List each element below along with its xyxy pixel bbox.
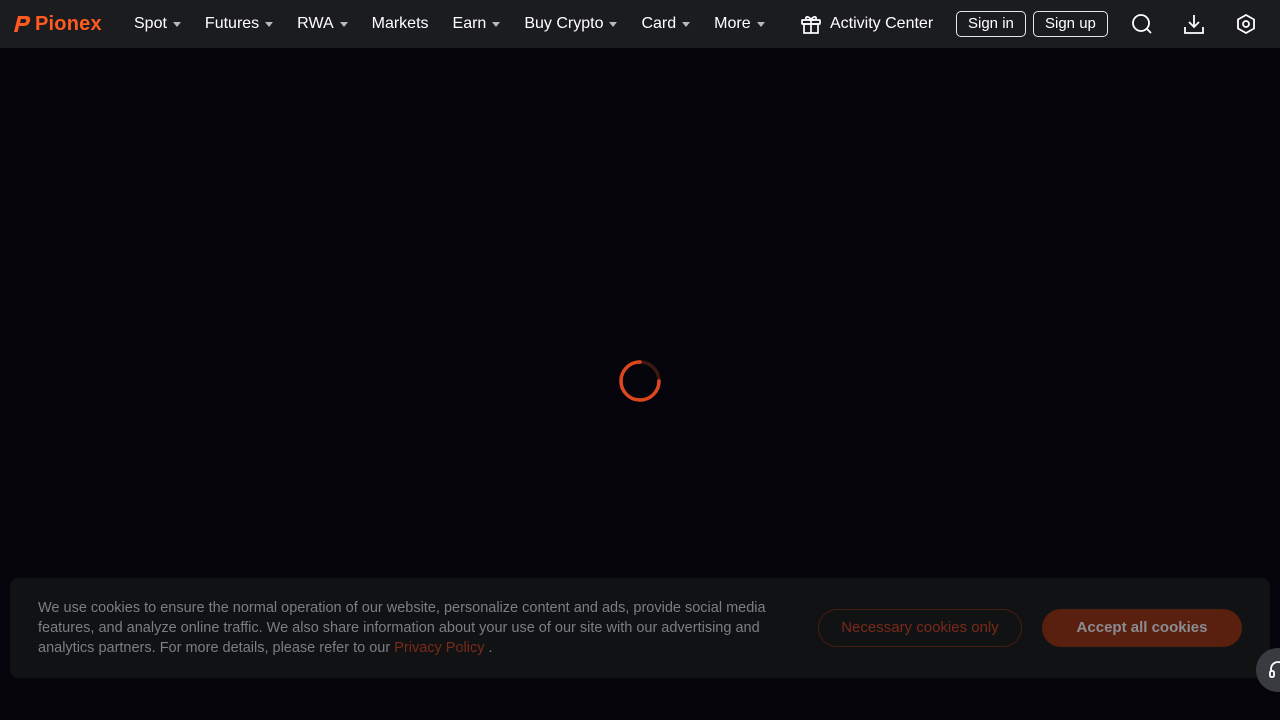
- settings-button[interactable]: [1234, 12, 1258, 36]
- nav-card-label: Card: [641, 15, 677, 32]
- search-icon: [1132, 14, 1152, 34]
- caret-down-icon: [265, 22, 274, 27]
- necessary-cookies-button[interactable]: Necessary cookies only: [818, 609, 1022, 647]
- nav-earn[interactable]: Earn: [453, 15, 501, 33]
- brand-name: Pionex: [35, 12, 102, 35]
- cookie-text-end: .: [488, 640, 493, 656]
- nav-futures[interactable]: Futures: [204, 15, 274, 33]
- loading-spinner-icon: [619, 360, 661, 402]
- nav-rwa-label: RWA: [297, 15, 334, 32]
- nav-earn-label: Earn: [452, 15, 487, 32]
- search-button[interactable]: [1130, 12, 1154, 36]
- nav-buy-crypto-label: Buy Crypto: [524, 15, 604, 32]
- caret-down-icon: [756, 22, 765, 27]
- nav-more[interactable]: More: [714, 15, 765, 33]
- settings-icon: [1237, 13, 1255, 35]
- accept-all-cookies-button[interactable]: Accept all cookies: [1042, 609, 1242, 647]
- pionex-logo-icon: [14, 16, 31, 32]
- download-icon: [1184, 15, 1204, 34]
- activity-center-label: Activity Center: [830, 15, 934, 32]
- activity-center-link[interactable]: Activity Center: [800, 0, 933, 48]
- pionex-logo[interactable]: Pionex: [12, 12, 102, 36]
- sign-up-button[interactable]: Sign up: [1033, 11, 1108, 37]
- headset-icon: [1269, 661, 1280, 678]
- caret-down-icon: [492, 22, 501, 27]
- nav-spot[interactable]: Spot: [134, 15, 181, 33]
- cookie-consent-banner: We use cookies to ensure the normal oper…: [10, 578, 1270, 678]
- main-nav: Spot Futures RWA Markets Earn Buy Crypto…: [134, 0, 789, 48]
- nav-spot-label: Spot: [134, 15, 167, 32]
- top-navigation-bar: Pionex Spot Futures RWA Markets Earn Buy…: [0, 0, 1280, 48]
- download-button[interactable]: [1182, 12, 1206, 36]
- gift-icon: [801, 16, 821, 34]
- nav-markets-label: Markets: [371, 15, 429, 32]
- sign-in-button[interactable]: Sign in: [956, 11, 1026, 37]
- caret-down-icon: [339, 22, 348, 27]
- nav-markets[interactable]: Markets: [372, 15, 429, 33]
- nav-more-label: More: [714, 15, 751, 32]
- nav-card[interactable]: Card: [641, 15, 691, 33]
- caret-down-icon: [682, 22, 691, 27]
- caret-down-icon: [609, 22, 618, 27]
- caret-down-icon: [172, 22, 181, 27]
- nav-rwa[interactable]: RWA: [297, 15, 348, 33]
- cookie-consent-text: We use cookies to ensure the normal oper…: [38, 598, 788, 658]
- nav-futures-label: Futures: [204, 15, 260, 32]
- privacy-policy-link[interactable]: Privacy Policy: [394, 640, 484, 656]
- nav-buy-crypto[interactable]: Buy Crypto: [524, 15, 618, 33]
